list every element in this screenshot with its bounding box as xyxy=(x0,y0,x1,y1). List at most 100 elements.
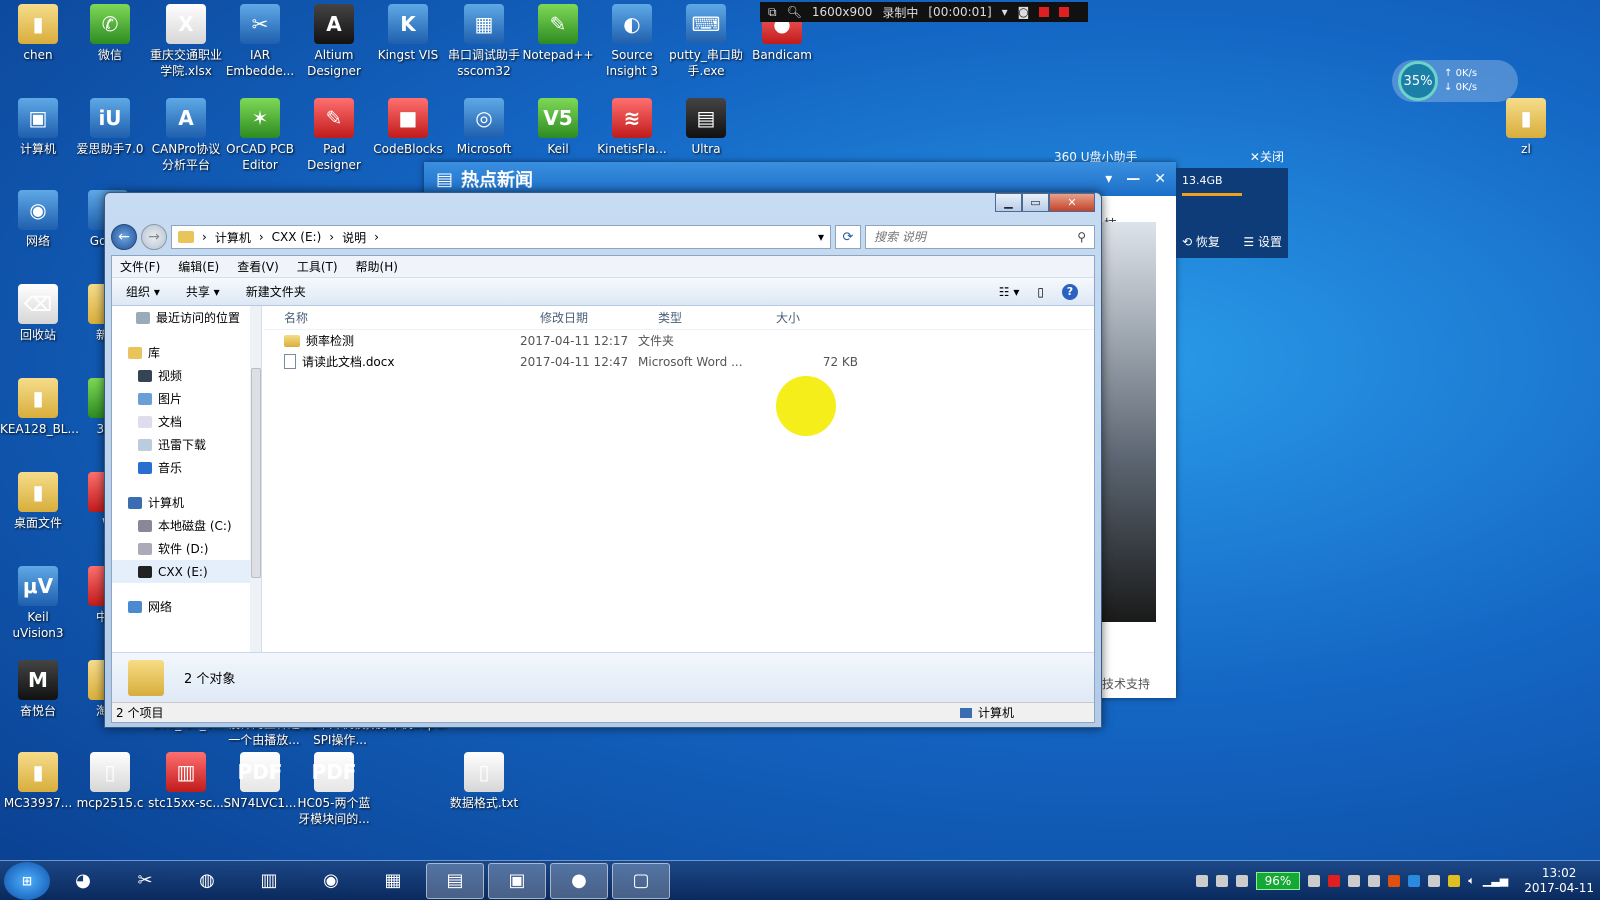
nav-library-music[interactable]: 音乐 xyxy=(112,456,261,479)
taskbar-app-green-icon[interactable]: ◍ xyxy=(178,863,236,899)
nav-computer[interactable]: 计算机 xyxy=(112,491,261,514)
chevron-right-icon[interactable]: › xyxy=(259,230,264,244)
nav-recent[interactable]: 最近访问的位置 xyxy=(112,306,261,329)
desktop-icon[interactable]: ◐ Source Insight 3 xyxy=(594,4,670,79)
desktop-icon[interactable]: A Altium Designer xyxy=(296,4,372,79)
breadcrumb-computer[interactable]: 计算机 xyxy=(215,229,251,246)
desktop-icon[interactable]: PDF HC05-两个蓝牙模块间的... xyxy=(296,752,372,827)
camera-icon[interactable]: ◙ xyxy=(1018,5,1030,19)
column-date[interactable]: 修改日期 xyxy=(520,309,638,326)
desktop-icon[interactable]: ▮ chen xyxy=(0,4,76,63)
chevron-down-icon[interactable]: ▾ xyxy=(1002,5,1008,19)
menu-view[interactable]: 查看(V) xyxy=(237,258,279,275)
back-button[interactable]: ← xyxy=(111,224,137,250)
desktop-icon[interactable]: ◎ Microsoft xyxy=(446,98,522,157)
desktop-icon[interactable]: μV Keil uVision3 xyxy=(0,566,76,641)
desktop-icon[interactable]: X 重庆交通职业学院.xlsx xyxy=(148,4,224,79)
window-titlebar[interactable]: ▁ ▭ ✕ xyxy=(105,193,1101,219)
help-icon[interactable]: ? xyxy=(1062,283,1078,300)
desktop-icon[interactable]: ■ CodeBlocks xyxy=(370,98,446,157)
clock[interactable]: 13:02 2017-04-11 xyxy=(1524,866,1594,896)
nav-library-videos[interactable]: 视频 xyxy=(112,364,261,387)
taskbar-app-bandicam-icon[interactable]: ● xyxy=(550,862,608,899)
view-options-icon[interactable]: ☷ ▾ xyxy=(999,285,1020,299)
organize-button[interactable]: 组织 ▾ xyxy=(126,283,160,300)
start-button[interactable]: ⊞ xyxy=(4,861,50,900)
taskbar-app-winrar-icon[interactable]: ▥ xyxy=(240,863,298,899)
search-icon[interactable]: ⚲ xyxy=(1077,230,1086,244)
nav-library-pictures[interactable]: 图片 xyxy=(112,387,261,410)
forward-button[interactable]: → xyxy=(141,224,167,250)
search-input[interactable] xyxy=(874,230,1054,244)
nav-scrollbar[interactable] xyxy=(250,306,261,652)
usb-helper-close-button[interactable]: ✕关闭 xyxy=(1250,148,1284,165)
nav-library[interactable]: 库 xyxy=(112,341,261,364)
qq-icon[interactable] xyxy=(1388,874,1401,887)
desktop-icon[interactable]: ▦ 串口调试助手sscom32 xyxy=(446,4,522,79)
preview-pane-icon[interactable]: ▯ xyxy=(1037,285,1044,299)
desktop-icon[interactable]: M 奋悦台 xyxy=(0,660,76,719)
desktop-icon[interactable]: ✶ OrCAD PCB Editor xyxy=(222,98,298,173)
window-icon[interactable]: ⧉ xyxy=(768,5,777,20)
tray-icon[interactable] xyxy=(1408,874,1421,887)
address-dropdown-icon[interactable]: ▾ xyxy=(818,230,824,244)
menu-tools[interactable]: 工具(T) xyxy=(297,258,338,275)
signal-icon[interactable]: ▁▃▅ xyxy=(1483,874,1508,887)
new-folder-button[interactable]: 新建文件夹 xyxy=(246,283,306,300)
column-type[interactable]: 类型 xyxy=(638,309,756,326)
nav-drive-d[interactable]: 软件 (D:) xyxy=(112,537,261,560)
maximize-button[interactable]: ▭ xyxy=(1022,193,1049,212)
menu-help[interactable]: 帮助(H) xyxy=(356,258,398,275)
desktop-icon[interactable]: ✆ 微信 xyxy=(72,4,148,63)
close-icon[interactable]: ✕ xyxy=(1154,171,1166,187)
tray-icon[interactable] xyxy=(1348,874,1361,887)
menu-edit[interactable]: 编辑(E) xyxy=(178,258,219,275)
column-name[interactable]: 名称 xyxy=(264,309,520,326)
desktop-icon[interactable]: ▣ 计算机 xyxy=(0,98,76,157)
desktop-icon[interactable]: iU 爱思助手7.0 xyxy=(72,98,148,157)
desktop-icon[interactable]: ⌨ putty_串口助手.exe xyxy=(668,4,744,79)
help-icon[interactable] xyxy=(1215,874,1228,887)
breadcrumb-drive[interactable]: CXX (E:) xyxy=(272,230,322,244)
news-image[interactable] xyxy=(1096,222,1156,622)
desktop-icon[interactable]: ▮ MC33937... xyxy=(0,752,76,811)
tray-icon[interactable] xyxy=(1448,874,1461,887)
printer-icon[interactable] xyxy=(1368,874,1381,887)
minimize-icon[interactable]: — xyxy=(1126,171,1140,187)
file-row[interactable]: 频率检测 2017-04-11 12:17 文件夹 xyxy=(264,330,1094,351)
nav-network[interactable]: 网络 xyxy=(112,595,261,618)
desktop-icon[interactable]: ▥ stc15xx-sc... xyxy=(148,752,224,811)
desktop-icon[interactable]: ▮ KEA128_BL... xyxy=(0,378,79,437)
battery-indicator[interactable]: 96% xyxy=(1255,871,1301,890)
taskbar-app-tool-icon[interactable]: ✂ xyxy=(116,863,174,899)
desktop-icon[interactable]: ✎ Pad Designer xyxy=(296,98,372,173)
tray-icon[interactable] xyxy=(1235,874,1248,887)
menu-file[interactable]: 文件(F) xyxy=(120,258,160,275)
taskbar-app-explorer-icon[interactable]: ▤ xyxy=(426,862,484,899)
address-bar[interactable]: › 计算机 › CXX (E:) › 说明 › ▾ xyxy=(171,225,831,249)
nav-library-documents[interactable]: 文档 xyxy=(112,410,261,433)
column-size[interactable]: 大小 xyxy=(756,309,826,326)
taskbar-app-news-icon[interactable]: ▢ xyxy=(612,862,670,899)
desktop-icon[interactable]: PDF SN74LVC1... xyxy=(222,752,298,811)
desktop-icon[interactable]: V5 Keil xyxy=(520,98,596,157)
usb-icon[interactable] xyxy=(1428,874,1441,887)
nav-drive-e[interactable]: CXX (E:) xyxy=(112,560,261,583)
volume-icon[interactable]: 🔈︎ xyxy=(1468,874,1475,888)
close-button[interactable]: ✕ xyxy=(1049,193,1095,212)
tray-icon[interactable] xyxy=(1308,874,1321,887)
desktop-icon[interactable]: ▯ 数据格式.txt xyxy=(446,752,522,811)
usb-restore-button[interactable]: ⟲ 恢复 xyxy=(1182,233,1220,250)
network-speed-widget[interactable]: 35% ↑ 0K/s ↓ 0K/s xyxy=(1392,60,1518,102)
share-button[interactable]: 共享 ▾ xyxy=(186,283,220,300)
desktop-icon[interactable]: ✂ IAR Embedde... xyxy=(222,4,298,79)
taskbar-app-calculator-icon[interactable]: ▦ xyxy=(364,863,422,899)
desktop-icon[interactable]: ▮ 桌面文件 xyxy=(0,472,76,531)
desktop-icon[interactable]: ⌫ 回收站 xyxy=(0,284,76,343)
nav-scroll-thumb[interactable] xyxy=(251,368,261,578)
taskbar-app-chrome-icon[interactable]: ◉ xyxy=(302,863,360,899)
desktop-icon[interactable]: ▮ zl xyxy=(1488,98,1564,157)
pause-icon[interactable] xyxy=(1039,7,1050,17)
chevron-right-icon[interactable]: › xyxy=(202,230,207,244)
desktop-icon[interactable]: ◉ 网络 xyxy=(0,190,76,249)
